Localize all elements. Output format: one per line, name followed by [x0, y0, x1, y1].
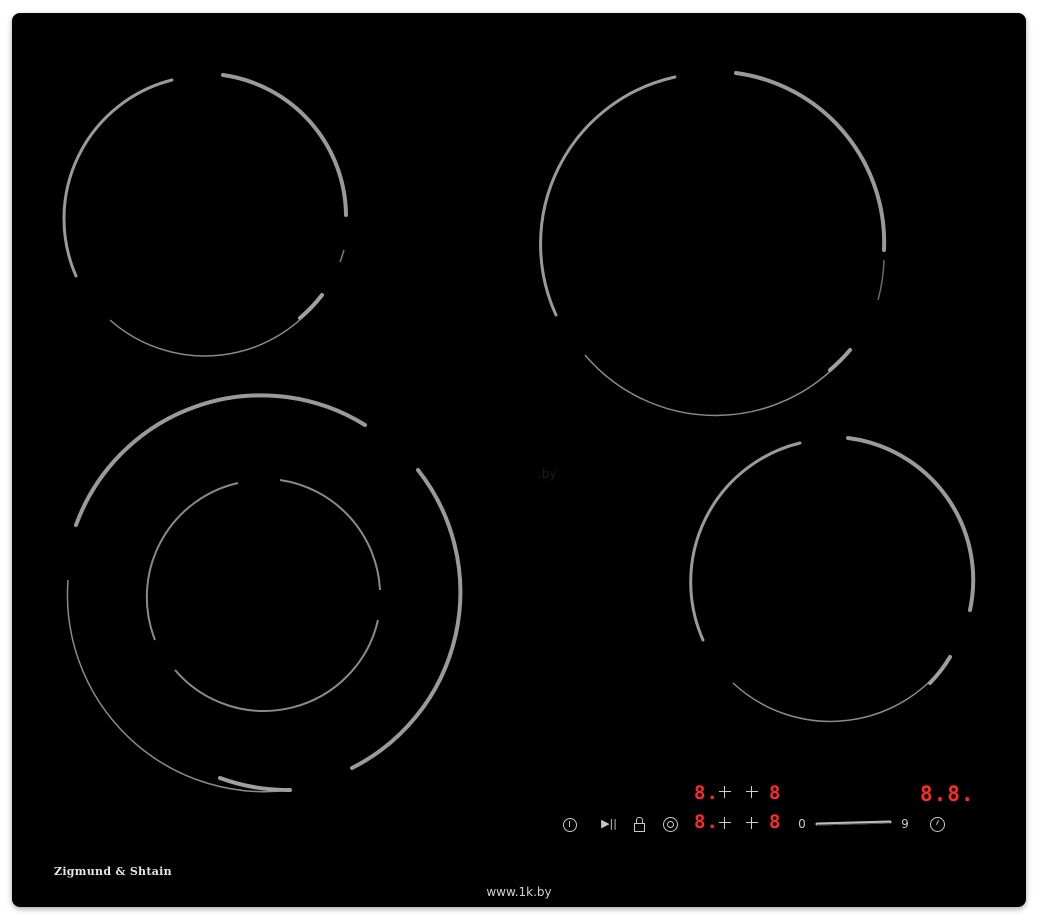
slider-max-label: 9: [901, 817, 909, 831]
timer-display-right-bottom: 8: [769, 811, 782, 833]
timer-icon[interactable]: [930, 817, 945, 832]
power-icon[interactable]: [563, 818, 577, 832]
brand-logo: Zigmund & Shtain: [54, 865, 172, 878]
plus-icon[interactable]: [718, 816, 732, 830]
cooktop-glass-panel: [12, 13, 1026, 907]
minus-icon[interactable]: [745, 816, 759, 830]
timer-icon-hand: [935, 820, 940, 825]
power-icon-stem: [569, 821, 570, 827]
timer-display-left-top: 8.: [694, 782, 719, 804]
zone-select-icon[interactable]: [663, 817, 678, 832]
zone-select-icon-inner: [667, 821, 674, 828]
slider-min-label: 0: [798, 817, 806, 831]
plus-icon[interactable]: [718, 785, 732, 799]
site-watermark: www.1k.by: [486, 885, 552, 899]
lock-body: [634, 823, 645, 832]
center-watermark: .by: [538, 467, 557, 481]
timer-display-right-top: 8: [769, 782, 782, 804]
main-display: 8.8.: [920, 782, 975, 806]
minus-icon[interactable]: [745, 785, 759, 799]
play-pause-icon[interactable]: ▶||: [600, 818, 618, 829]
lock-icon[interactable]: [633, 817, 645, 832]
timer-display-left-bottom: 8.: [694, 811, 719, 833]
